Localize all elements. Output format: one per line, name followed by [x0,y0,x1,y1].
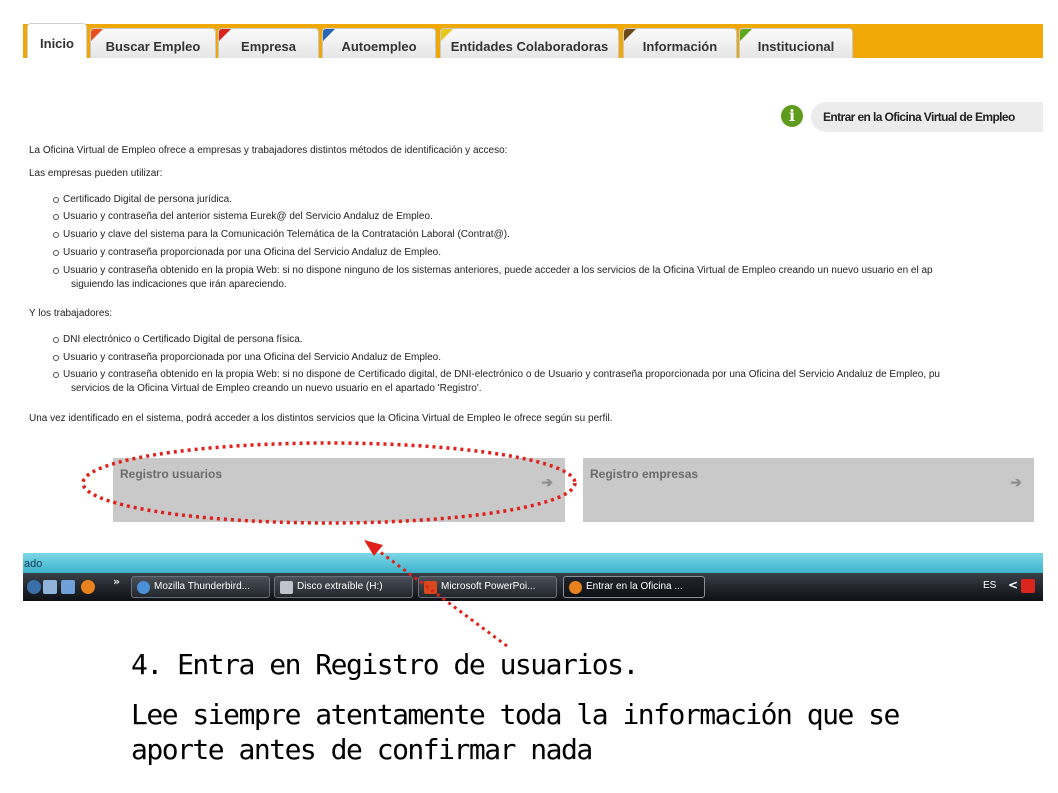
browser-status-bar: ado [23,553,1043,573]
start-button-icon[interactable] [27,580,41,594]
outro-text: Una vez identificado en el sistema, podr… [29,413,613,424]
list-item: Usuario y contraseña proporcionada por u… [53,352,441,363]
status-text: ado [24,558,43,570]
window-switcher-icon[interactable] [61,580,75,594]
tab-autoempleo[interactable]: Autoempleo [322,28,436,58]
network-tray-icon[interactable] [1021,579,1035,593]
register-companies-button[interactable]: Registro empresas ➔ [583,458,1034,522]
list-item-continuation: servicios de la Oficina Virtual de Emple… [71,383,482,394]
tab-corner-icon [624,29,636,41]
taskbar-item-label: Microsoft PowerPoi... [441,581,536,592]
taskbar-item-label: Entrar en la Oficina ... [586,581,683,592]
login-link[interactable]: i Entrar en la Oficina Virtual de Empleo [781,102,1043,132]
list-item: DNI electrónico o Certificado Digital de… [53,334,303,345]
tab-institucional[interactable]: Institucional [739,28,853,58]
tab-corner-icon [740,29,752,41]
arrow-right-icon: ➔ [1010,474,1022,490]
taskbar-item-label: Disco extraíble (H:) [297,581,383,592]
quicklaunch-chevron-icon[interactable]: » [113,575,120,588]
browser-screenshot: Inicio Buscar Empleo Empresa Autoempleo … [23,20,1043,601]
taskbar-item-thunderbird[interactable]: Mozilla Thunderbird... [131,576,270,598]
tab-label: Información [642,39,718,54]
tab-entidades-colaboradoras[interactable]: Entidades Colaboradoras [440,28,619,58]
tab-corner-icon [219,29,231,41]
thunderbird-icon [137,581,150,594]
workers-heading: Y los trabajadores: [29,308,113,319]
tab-informacion[interactable]: Información [623,28,737,58]
tab-label: Inicio [40,36,74,51]
companies-heading: Las empresas pueden utilizar: [29,168,163,179]
tab-corner-icon [441,29,453,41]
register-companies-label: Registro empresas [590,467,699,481]
windows-taskbar: » Mozilla Thunderbird... Disco extraíble… [23,573,1043,601]
intro-text: La Oficina Virtual de Empleo ofrece a em… [29,145,508,156]
list-item: Usuario y contraseña proporcionada por u… [53,247,441,258]
list-item-continuation: siguiendo las indicaciones que irán apar… [71,279,287,290]
taskbar-item-powerpoint[interactable]: Microsoft PowerPoi... [418,576,557,598]
tab-label: Autoempleo [341,39,417,54]
tab-buscar-empleo[interactable]: Buscar Empleo [90,28,216,58]
caption-line-3: aporte antes de confirmar nada [131,733,593,766]
register-users-button[interactable]: Registro usuarios ➔ [113,458,565,522]
tab-inicio[interactable]: Inicio [27,23,87,58]
info-icon: i [781,105,803,127]
tab-label: Buscar Empleo [105,39,201,54]
tab-label: Institucional [757,39,835,54]
arrow-right-icon: ➔ [541,474,553,490]
taskbar-item-firefox[interactable]: Entrar en la Oficina ... [563,576,705,598]
powerpoint-icon [424,581,437,594]
list-item: Certificado Digital de persona jurídica. [53,194,232,205]
register-users-label: Registro usuarios [120,467,223,481]
taskbar-item-label: Mozilla Thunderbird... [154,581,250,592]
tab-label: Empresa [241,39,296,54]
firefox-icon [569,581,582,594]
taskbar-item-removable-drive[interactable]: Disco extraíble (H:) [274,576,413,598]
drive-icon [280,581,293,594]
tab-corner-icon [323,29,335,41]
caption-line-2: Lee siempre atentamente toda la informac… [131,698,900,731]
main-nav-bar: Inicio Buscar Empleo Empresa Autoempleo … [23,20,1043,58]
tab-empresa[interactable]: Empresa [218,28,319,58]
list-item: Usuario y clave del sistema para la Comu… [53,229,510,240]
list-item: Usuario y contraseña obtenido en la prop… [53,265,933,276]
firefox-icon[interactable] [81,580,95,594]
show-desktop-icon[interactable] [43,580,57,594]
tab-label: Entidades Colaboradoras [450,39,609,54]
language-indicator[interactable]: ES [983,580,996,591]
caption-line-1: 4. Entra en Registro de usuarios. [131,648,639,681]
tray-expand-icon[interactable]: < [1008,578,1018,592]
list-item: Usuario y contraseña obtenido en la prop… [53,369,940,380]
list-item: Usuario y contraseña del anterior sistem… [53,211,433,222]
login-link-label[interactable]: Entrar en la Oficina Virtual de Empleo [811,102,1043,132]
tab-corner-icon [91,29,103,41]
